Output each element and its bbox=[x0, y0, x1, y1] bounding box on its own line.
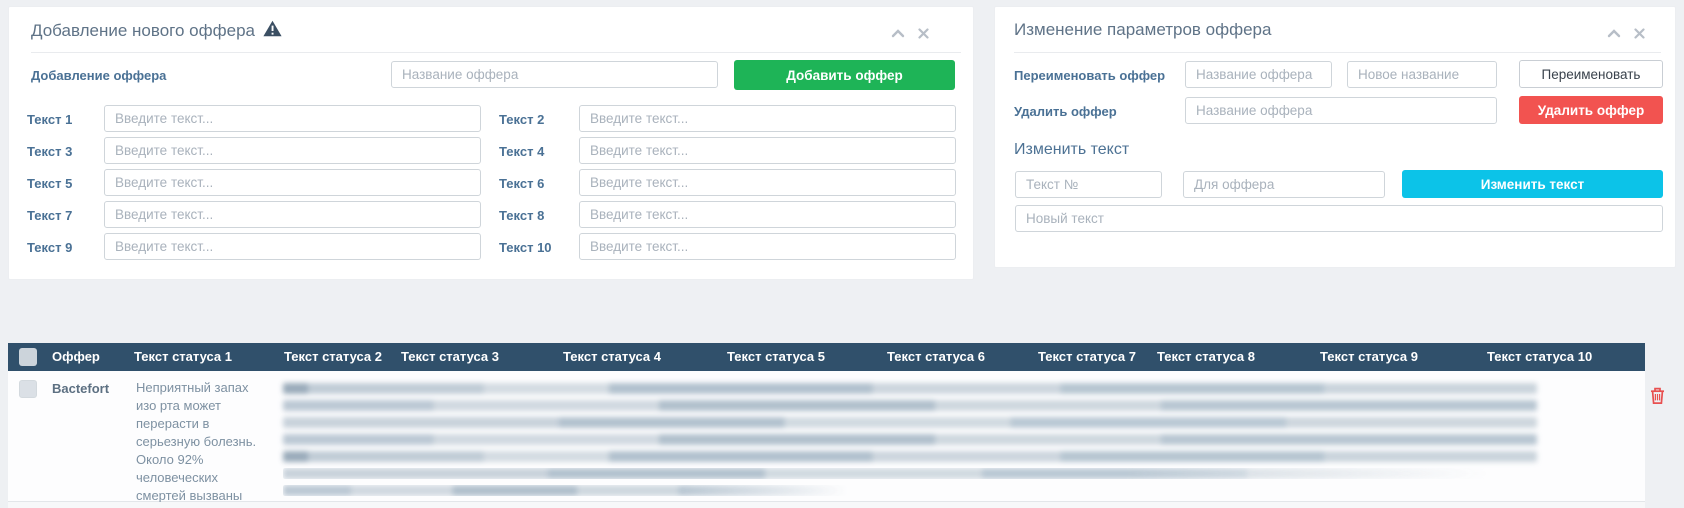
for-offer-input[interactable] bbox=[1183, 171, 1385, 198]
offers-table-header: Оффер Текст статуса 1 Текст статуса 2 Те… bbox=[8, 343, 1645, 371]
text-6-label: Текст 6 bbox=[499, 176, 544, 191]
column-header-status-4: Текст статуса 4 bbox=[557, 343, 721, 371]
text-1-input[interactable] bbox=[104, 105, 481, 132]
close-icon[interactable] bbox=[918, 28, 929, 39]
text-8-input[interactable] bbox=[579, 201, 956, 228]
column-header-status-8: Текст статуса 8 bbox=[1151, 343, 1314, 371]
trash-icon[interactable] bbox=[1650, 387, 1665, 404]
blurred-text-line bbox=[283, 417, 1537, 428]
add-offer-panel: Добавление нового оффера Добавление оффе… bbox=[8, 6, 974, 280]
text-4-input[interactable] bbox=[579, 137, 956, 164]
collapse-chevron-up-icon[interactable] bbox=[891, 29, 905, 38]
panel-controls bbox=[891, 28, 929, 39]
blurred-text-line bbox=[283, 485, 848, 496]
offer-name-cell: Bactefort bbox=[48, 371, 128, 501]
text-5-label: Текст 5 bbox=[27, 176, 72, 191]
delete-offer-button[interactable]: Удалить оффер bbox=[1519, 96, 1663, 124]
delete-offer-label: Удалить оффер bbox=[1014, 104, 1117, 119]
add-offer-label: Добавление оффера bbox=[31, 68, 166, 83]
close-icon[interactable] bbox=[1634, 28, 1645, 39]
add-offer-button[interactable]: Добавить оффер bbox=[734, 60, 955, 90]
column-header-status-7: Текст статуса 7 bbox=[1032, 343, 1151, 371]
panel-title-text: Изменение параметров оффера bbox=[1014, 20, 1271, 40]
edit-text-section-title: Изменить текст bbox=[1014, 141, 1129, 159]
select-all-checkbox[interactable] bbox=[19, 348, 37, 366]
column-header-status-3: Текст статуса 3 bbox=[395, 343, 557, 371]
rename-offer-name-input[interactable] bbox=[1185, 61, 1332, 88]
offer-name-input[interactable] bbox=[391, 61, 718, 88]
panel-controls bbox=[1607, 28, 1645, 39]
table-row: Bactefort Неприятный запах изо рта может… bbox=[8, 371, 1645, 502]
delete-offer-name-input[interactable] bbox=[1185, 97, 1497, 124]
rename-new-name-input[interactable] bbox=[1347, 61, 1497, 88]
blurred-text-line bbox=[283, 400, 1537, 411]
text-7-input[interactable] bbox=[104, 201, 481, 228]
text-6-input[interactable] bbox=[579, 169, 956, 196]
column-header-status-1: Текст статуса 1 bbox=[128, 343, 278, 371]
column-header-status-6: Текст статуса 6 bbox=[881, 343, 1032, 371]
text-4-label: Текст 4 bbox=[499, 144, 544, 159]
edit-offer-panel-title: Изменение параметров оффера bbox=[1014, 20, 1271, 40]
text-10-label: Текст 10 bbox=[499, 240, 552, 255]
text-1-label: Текст 1 bbox=[27, 112, 72, 127]
new-text-input[interactable] bbox=[1015, 205, 1663, 232]
text-10-input[interactable] bbox=[579, 233, 956, 260]
collapse-chevron-up-icon[interactable] bbox=[1607, 29, 1621, 38]
text-2-label: Текст 2 bbox=[499, 112, 544, 127]
rename-offer-label: Переименовать оффер bbox=[1014, 68, 1165, 83]
text-5-input[interactable] bbox=[104, 169, 481, 196]
column-header-status-10: Текст статуса 10 bbox=[1481, 343, 1645, 371]
status-1-text: Неприятный запах изо рта может перерасти… bbox=[136, 371, 278, 508]
panel-title-text: Добавление нового оффера bbox=[31, 21, 255, 41]
blurred-text-line bbox=[283, 383, 1537, 394]
text-number-input[interactable] bbox=[1015, 171, 1162, 198]
text-7-label: Текст 7 bbox=[27, 208, 72, 223]
column-header-offer: Оффер bbox=[48, 343, 128, 371]
rename-button[interactable]: Переименовать bbox=[1519, 60, 1663, 88]
text-8-label: Текст 8 bbox=[499, 208, 544, 223]
blurred-text-line bbox=[283, 468, 1488, 479]
edit-offer-panel: Изменение параметров оффера Переименоват… bbox=[994, 6, 1676, 268]
text-3-input[interactable] bbox=[104, 137, 481, 164]
column-header-status-2: Текст статуса 2 bbox=[278, 343, 395, 371]
blurred-text-line bbox=[283, 451, 1537, 462]
text-9-input[interactable] bbox=[104, 233, 481, 260]
select-all-cell bbox=[8, 343, 48, 371]
text-3-label: Текст 3 bbox=[27, 144, 72, 159]
offers-admin-page: Добавление нового оффера Добавление оффе… bbox=[0, 0, 1684, 508]
panel-divider bbox=[31, 52, 961, 53]
text-9-label: Текст 9 bbox=[27, 240, 72, 255]
column-header-status-9: Текст статуса 9 bbox=[1314, 343, 1481, 371]
row-checkbox[interactable] bbox=[19, 380, 37, 398]
next-table-row-partial bbox=[8, 502, 1645, 508]
row-select-cell bbox=[8, 371, 48, 501]
column-header-status-5: Текст статуса 5 bbox=[721, 343, 881, 371]
blurred-text-line bbox=[283, 434, 1537, 445]
panel-divider bbox=[1014, 52, 1661, 53]
warning-triangle-icon bbox=[263, 20, 282, 42]
edit-text-button[interactable]: Изменить текст bbox=[1402, 170, 1663, 198]
text-2-input[interactable] bbox=[579, 105, 956, 132]
add-offer-panel-title: Добавление нового оффера bbox=[31, 20, 282, 42]
